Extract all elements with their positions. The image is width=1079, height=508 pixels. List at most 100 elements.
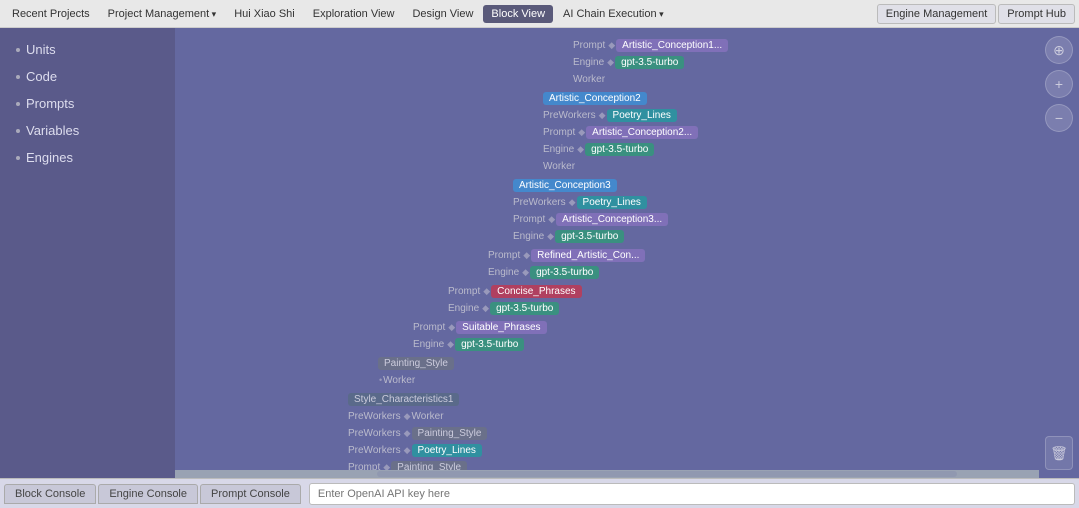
dot-icon[interactable]: ◆ xyxy=(404,428,411,439)
sidebar-item-units[interactable]: Units xyxy=(0,36,175,63)
trash-button[interactable]: 🗑 xyxy=(1045,436,1073,470)
nav-design-view[interactable]: Design View xyxy=(404,5,481,23)
dot-icon[interactable]: ◆ xyxy=(569,197,576,208)
zoom-out-button[interactable]: − xyxy=(1045,104,1073,132)
table-row: Prompt ◆ Refined_Artistic_Con... xyxy=(488,247,1031,263)
canvas-wrapper: Prompt ◆ Artistic_Conception1... Engine … xyxy=(175,28,1039,478)
preworkers-label: PreWorkers xyxy=(348,428,401,439)
nav-ai-chain[interactable]: AI Chain Execution xyxy=(555,5,672,23)
refined-artistic-chip[interactable]: Refined_Artistic_Con... xyxy=(531,249,645,262)
sidebar: Units Code Prompts Variables Engines xyxy=(0,28,175,478)
dot-icon[interactable]: • xyxy=(379,375,382,385)
table-row: PreWorkers ◆ Poetry_Lines xyxy=(513,194,1031,210)
scrollbar-thumb[interactable] xyxy=(377,471,957,477)
gpt35-chip-5[interactable]: gpt-3.5-turbo xyxy=(490,302,559,315)
nav-hui-xiao-shi[interactable]: Hui Xiao Shi xyxy=(226,5,303,23)
scrollbar-track[interactable] xyxy=(175,470,1039,478)
preworkers-label: PreWorkers xyxy=(513,197,566,208)
gpt35-chip-2[interactable]: gpt-3.5-turbo xyxy=(585,143,654,156)
gpt35-chip-1[interactable]: gpt-3.5-turbo xyxy=(615,56,684,69)
dot-icon[interactable]: ◆ xyxy=(404,411,411,422)
style-char1-section[interactable]: Style_Characteristics1 xyxy=(348,393,459,406)
prompt-label: Prompt xyxy=(543,127,575,138)
prompt-label: Prompt xyxy=(573,40,605,51)
artistic-conception3-chip[interactable]: Artistic_Conception3... xyxy=(556,213,668,226)
table-row: Engine ◆ gpt-3.5-turbo xyxy=(488,264,1031,280)
preworkers-label: PreWorkers xyxy=(348,411,401,422)
table-row: Prompt ◆ Artistic_Conception1... xyxy=(573,37,1031,53)
plus-icon: + xyxy=(1055,76,1063,92)
concise-phrases-chip[interactable]: Concise_Phrases xyxy=(491,285,581,298)
sidebar-item-engines[interactable]: Engines xyxy=(0,144,175,171)
painting-style-section[interactable]: Painting_Style xyxy=(378,357,454,370)
dot-icon[interactable]: ◆ xyxy=(607,57,614,68)
bottom-bar: Block Console Engine Console Prompt Cons… xyxy=(0,478,1079,508)
poetry-lines-chip-3[interactable]: Poetry_Lines xyxy=(412,444,482,457)
table-row: PreWorkers ◆ Painting_Style xyxy=(348,425,1031,441)
table-row: Engine ◆ gpt-3.5-turbo xyxy=(413,336,1031,352)
table-row: Prompt ◆ Artistic_Conception3... xyxy=(513,211,1031,227)
dot-icon[interactable]: ◆ xyxy=(577,144,584,155)
poetry-lines-chip[interactable]: Poetry_Lines xyxy=(607,109,677,122)
engine-label: Engine xyxy=(448,303,479,314)
dot-icon[interactable]: ◆ xyxy=(548,214,555,225)
prompt-label: Prompt xyxy=(413,322,445,333)
table-row: Prompt ◆ Artistic_Conception2... xyxy=(543,124,1031,140)
suitable-phrases-chip[interactable]: Suitable_Phrases xyxy=(456,321,546,334)
table-row: PreWorkers ◆ Worker xyxy=(348,408,1031,424)
dot-icon[interactable]: ◆ xyxy=(482,303,489,314)
poetry-lines-chip-2[interactable]: Poetry_Lines xyxy=(577,196,647,209)
trash-icon: 🗑 xyxy=(1050,445,1068,462)
dot-icon[interactable]: ◆ xyxy=(523,250,530,261)
tab-block-console[interactable]: Block Console xyxy=(4,484,96,504)
nav-engine-management[interactable]: Engine Management xyxy=(877,4,997,24)
dot-icon[interactable]: ◆ xyxy=(578,127,585,138)
dot-icon[interactable]: ◆ xyxy=(448,322,455,333)
canvas-content: Prompt ◆ Artistic_Conception1... Engine … xyxy=(175,28,1039,470)
nav-prompt-hub[interactable]: Prompt Hub xyxy=(998,4,1075,24)
dot-icon[interactable]: ◆ xyxy=(599,110,606,121)
gpt35-chip-4[interactable]: gpt-3.5-turbo xyxy=(530,266,599,279)
nav-recent-projects[interactable]: Recent Projects xyxy=(4,5,98,23)
artistic-conception2-section[interactable]: Artistic_Conception2 xyxy=(543,92,647,105)
dot-icon[interactable]: ◆ xyxy=(522,267,529,278)
right-controls: ⊕ + − 🗑 xyxy=(1039,28,1079,478)
dot-icon[interactable]: ◆ xyxy=(404,445,411,456)
nav-project-management[interactable]: Project Management xyxy=(100,5,225,23)
dot-icon[interactable]: ◆ xyxy=(483,286,490,297)
sidebar-item-variables[interactable]: Variables xyxy=(0,117,175,144)
sidebar-item-prompts[interactable]: Prompts xyxy=(0,90,175,117)
artistic-conception1-chip[interactable]: Artistic_Conception1... xyxy=(616,39,728,52)
table-row: PreWorkers ◆ Poetry_Lines xyxy=(543,107,1031,123)
table-row: Prompt ◆ Painting_Style xyxy=(348,459,1031,470)
nav-block-view[interactable]: Block View xyxy=(483,5,553,23)
gpt35-chip-3[interactable]: gpt-3.5-turbo xyxy=(555,230,624,243)
engine-label: Engine xyxy=(573,57,604,68)
dot-icon[interactable]: ◆ xyxy=(547,231,554,242)
tab-prompt-console[interactable]: Prompt Console xyxy=(200,484,301,504)
table-row: Engine ◆ gpt-3.5-turbo xyxy=(573,54,1031,70)
table-row: Worker xyxy=(573,71,1031,87)
artistic-conception2-chip[interactable]: Artistic_Conception2... xyxy=(586,126,698,139)
painting-style-chip[interactable]: Painting_Style xyxy=(412,427,488,440)
zoom-in-button[interactable]: + xyxy=(1045,70,1073,98)
compass-button[interactable]: ⊕ xyxy=(1045,36,1073,64)
sidebar-item-code[interactable]: Code xyxy=(0,63,175,90)
dot-icon[interactable]: ◆ xyxy=(383,462,390,471)
dot-icon[interactable]: ◆ xyxy=(447,339,454,350)
nav-exploration-view[interactable]: Exploration View xyxy=(305,5,403,23)
table-row: Painting_Style xyxy=(378,355,1031,371)
painting-style-chip2[interactable]: Painting_Style xyxy=(391,461,467,471)
worker-label: Worker xyxy=(573,74,605,85)
dot-icon[interactable]: ◆ xyxy=(608,40,615,51)
table-row: Worker xyxy=(543,158,1031,174)
worker-label: Worker xyxy=(543,161,575,172)
artistic-conception3-section[interactable]: Artistic_Conception3 xyxy=(513,179,617,192)
table-row: Prompt ◆ Concise_Phrases xyxy=(448,283,1031,299)
api-key-input[interactable] xyxy=(309,483,1075,505)
canvas-scroll[interactable]: Prompt ◆ Artistic_Conception1... Engine … xyxy=(175,28,1039,470)
preworkers-label: PreWorkers xyxy=(543,110,596,121)
gpt35-chip-6[interactable]: gpt-3.5-turbo xyxy=(455,338,524,351)
main-layout: Units Code Prompts Variables Engines Pro… xyxy=(0,28,1079,478)
tab-engine-console[interactable]: Engine Console xyxy=(98,484,198,504)
